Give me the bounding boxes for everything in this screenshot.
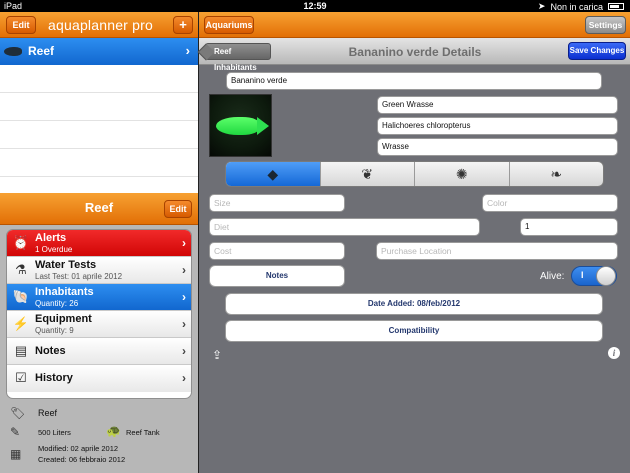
chevron-right-icon: › (182, 317, 186, 331)
tag-icon: 🏷 (10, 406, 26, 420)
app-logo: aquaplanner pro (48, 17, 153, 33)
purchase-location-field[interactable]: Purchase Location (376, 242, 618, 260)
menu-item-notes[interactable]: ▤ Notes › (7, 338, 191, 365)
notes-button[interactable]: Notes (209, 265, 345, 287)
pencil-icon: ✎ (10, 425, 21, 439)
tank-name: Reef (28, 44, 55, 58)
tank-info: 🏷 Reef ✎ 500 Liters 🐢 Reef Tank ▦ Modifi… (6, 401, 192, 471)
scientific-name-field[interactable]: Halichoeres chloropterus (377, 117, 618, 135)
info-tank-type: Reef Tank (126, 428, 160, 437)
aquariums-button[interactable]: Aquariums (204, 16, 254, 34)
chevron-right-icon: › (182, 371, 186, 385)
right-pane: Aquariums Settings Reef Inhabitants Bana… (198, 12, 630, 473)
menu-item-water-tests[interactable]: ⚗ Water Tests Last Test: 01 aprile 2012 … (7, 257, 191, 284)
nickname-field[interactable]: Bananino verde (226, 72, 602, 90)
flask-icon: ⚗ (15, 262, 27, 277)
status-bar: iPad 12:59 ➤ Non in carica (0, 0, 630, 12)
alive-toggle[interactable]: I (571, 266, 617, 286)
fish-tail (257, 117, 269, 135)
carrier-label: Non in carica (550, 1, 603, 12)
segment-plant[interactable]: ❧ (510, 162, 604, 186)
menu-item-title: Inhabitants (35, 286, 94, 298)
settings-button[interactable]: Settings (585, 16, 626, 34)
shell-icon: 🐚 (12, 289, 30, 304)
page-title: Bananino verde Details (348, 45, 482, 59)
menu-area: ⏰ Alerts 1 Overdue › ⚗ Water Tests Last … (0, 225, 198, 473)
calendar-icon: ▦ (10, 447, 22, 461)
fish-icon: ◆ (267, 165, 279, 182)
add-button[interactable]: + (173, 16, 193, 34)
menu-item-alerts[interactable]: ⏰ Alerts 1 Overdue › (7, 230, 191, 257)
menu-group: ⏰ Alerts 1 Overdue › ⚗ Water Tests Last … (6, 229, 192, 399)
inhabitant-type-segmented-control: ◆ ❦ ✺ ❧ (225, 161, 604, 187)
menu-item-title: Water Tests (35, 259, 97, 271)
chevron-right-icon: › (182, 236, 186, 250)
size-field[interactable]: Size (209, 194, 345, 212)
color-field[interactable]: Color (482, 194, 618, 212)
alive-label: Alive: (540, 271, 565, 282)
fish-shape (216, 117, 260, 135)
battery-icon (608, 3, 624, 10)
detail-navbar: Reef Inhabitants Bananino verde Details … (199, 38, 630, 72)
common-name-field[interactable]: Green Wrasse (377, 96, 618, 114)
segment-fish[interactable]: ◆ (226, 162, 321, 186)
menu-item-title: Equipment (35, 313, 92, 325)
chevron-right-icon: › (182, 263, 186, 277)
left-toolbar: Edit aquaplanner pro + (0, 12, 198, 38)
clock: 12:59 (303, 1, 327, 11)
info-modified: Modified: 02 aprile 2012 (38, 444, 119, 453)
info-volume: 500 Liters (38, 428, 71, 437)
diet-field[interactable]: Diet (209, 218, 480, 236)
menu-item-subtitle: Last Test: 01 aprile 2012 (35, 272, 123, 281)
location-icon: ➤ (537, 1, 546, 11)
menu-item-subtitle: Quantity: 9 (35, 326, 74, 335)
notebook-icon: ▤ (14, 343, 28, 358)
menu-item-subtitle: 1 Overdue (35, 245, 73, 254)
checklist-icon: ☑ (15, 370, 27, 385)
plant-icon: ❧ (550, 165, 563, 182)
toggle-on-text: I (581, 270, 584, 280)
list-item (0, 93, 198, 121)
cost-field[interactable]: Cost (209, 242, 345, 260)
info-created: Created: 06 febbraio 2012 (38, 455, 126, 464)
segment-invertebrate[interactable]: ❦ (321, 162, 415, 186)
edit-button[interactable]: Edit (6, 16, 36, 34)
info-icon[interactable]: i (608, 347, 620, 359)
menu-item-title: Alerts (35, 232, 67, 244)
list-item (0, 121, 198, 149)
toggle-knob (596, 266, 616, 286)
chevron-right-icon: › (182, 290, 186, 304)
info-name: Reef (38, 408, 58, 418)
menu-item-equipment[interactable]: ⚡ Equipment Quantity: 9 › (7, 311, 191, 338)
menu-item-inhabitants[interactable]: 🐚 Inhabitants Quantity: 26 › (7, 284, 191, 311)
category-field[interactable]: Wrasse (377, 138, 618, 156)
turtle-icon (4, 47, 22, 56)
section-edit-button[interactable]: Edit (164, 200, 192, 218)
menu-item-subtitle: Quantity: 26 (35, 299, 79, 308)
section-header: Reef Edit (0, 193, 198, 225)
turtle-icon: 🐢 (106, 424, 121, 438)
power-outlet-icon: ⚡ (12, 316, 30, 331)
segment-coral[interactable]: ✺ (415, 162, 510, 186)
menu-item-title: History (35, 372, 73, 384)
date-added-button[interactable]: Date Added: 08/feb/2012 (225, 293, 603, 315)
alarm-clock-icon: ⏰ (12, 235, 30, 250)
coral-icon: ✺ (455, 165, 468, 182)
list-item (0, 65, 198, 93)
shell-icon: ❦ (361, 165, 374, 182)
right-toolbar: Aquariums Settings (199, 12, 630, 38)
chevron-right-icon: › (182, 344, 186, 358)
left-pane: Edit aquaplanner pro + Reef › Reef Edit … (0, 12, 198, 473)
share-icon[interactable]: ⇪ (212, 348, 228, 362)
list-item (0, 149, 198, 177)
menu-item-title: Notes (35, 345, 66, 357)
tank-list-item-reef[interactable]: Reef › (0, 38, 198, 65)
compatibility-button[interactable]: Compatibility (225, 320, 603, 342)
menu-item-history[interactable]: ☑ History › (7, 365, 191, 392)
inhabitant-photo[interactable] (209, 94, 272, 157)
quantity-field[interactable]: 1 (520, 218, 618, 236)
chevron-right-icon: › (185, 43, 190, 58)
save-changes-button[interactable]: Save Changes (568, 42, 626, 60)
